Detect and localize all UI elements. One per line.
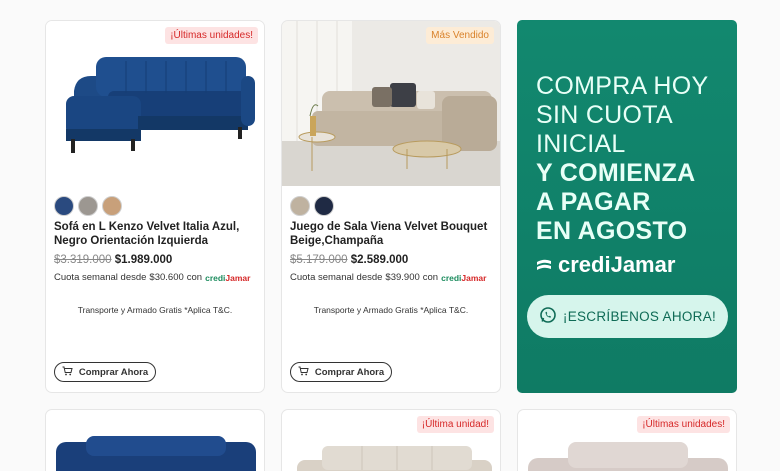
product-card[interactable]: ¡Últimas unidades! (517, 409, 737, 471)
new-price: $1.989.000 (114, 254, 173, 266)
promo-line-6: EN AGOSTO (536, 217, 688, 245)
product-grid: ¡Últimas unidades! Sofá en L Kenzo Velve… (0, 0, 780, 471)
promo-line-1: COMPRA HOY (536, 72, 709, 100)
product-title[interactable]: Sofá en L Kenzo Velvet Italia Azul, Negr… (54, 220, 256, 248)
cart-icon (298, 366, 309, 379)
buy-now-button[interactable]: Comprar Ahora (290, 362, 392, 382)
swatch-navy[interactable] (314, 196, 334, 216)
price-row: $3.319.000 $1.989.000 (54, 254, 172, 266)
product-card[interactable] (45, 409, 265, 471)
weekly-prefix: Cuota semanal desde (54, 272, 147, 283)
weekly-con: con (186, 272, 203, 283)
swatch-gray[interactable] (78, 196, 98, 216)
promo-line-3: INICIAL (536, 130, 626, 158)
color-swatches (290, 196, 334, 216)
promo-line-5: A PAGAR (536, 188, 651, 216)
weekly-installment: Cuota semanal desde $30.600 con crediJam… (54, 272, 250, 283)
new-price: $2.589.000 (350, 254, 409, 266)
promo-banner[interactable]: COMPRA HOY SIN CUOTA INICIAL Y COMIENZA … (517, 20, 737, 393)
product-card[interactable]: ¡Última unidad! (281, 409, 501, 471)
credijamar-mark-icon (537, 259, 551, 270)
promo-line-4: Y COMIENZA (536, 159, 696, 187)
badge-last-units: ¡Últimas unidades! (165, 27, 258, 44)
product-card[interactable]: Más Vendido Juego de Sala Viena Velvet B… (281, 20, 501, 393)
badge-best-seller: Más Vendido (426, 27, 494, 44)
product-image[interactable] (46, 21, 264, 186)
weekly-prefix: Cuota semanal desde (290, 272, 383, 283)
transport-note: Transporte y Armado Gratis *Aplica T&C. (313, 305, 469, 315)
badge-last-units: ¡Últimas unidades! (637, 416, 730, 433)
color-swatches (54, 196, 122, 216)
credijamar-logo: crediJamar (205, 272, 251, 283)
buy-now-label: Comprar Ahora (78, 366, 149, 378)
whatsapp-contact-button[interactable]: ¡ESCRÍBENOS AHORA! (527, 295, 728, 338)
buy-now-button[interactable]: Comprar Ahora (54, 362, 156, 382)
whatsapp-cta-label: ¡ESCRÍBENOS AHORA! (562, 309, 717, 324)
transport-note: Transporte y Armado Gratis *Aplica T&C. (77, 305, 233, 315)
old-price: $3.319.000 (54, 254, 112, 266)
price-row: $5.179.000 $2.589.000 (290, 254, 408, 266)
product-image[interactable] (46, 410, 264, 471)
swatch-blue[interactable] (54, 196, 74, 216)
product-card[interactable]: ¡Últimas unidades! (45, 20, 265, 393)
buy-now-label: Comprar Ahora (314, 366, 385, 378)
product-title[interactable]: Juego de Sala Viena Velvet Bouquet Beige… (290, 220, 492, 248)
credijamar-logo: crediJamar (536, 252, 675, 278)
swatch-tan[interactable] (102, 196, 122, 216)
promo-line-2: SIN CUOTA (536, 101, 673, 129)
swatch-beige[interactable] (290, 196, 310, 216)
weekly-installment: Cuota semanal desde $39.900 con crediJam… (290, 272, 486, 283)
weekly-amount: $30.600 (149, 272, 184, 283)
badge-last-unit: ¡Última unidad! (416, 416, 494, 433)
cart-icon (62, 366, 73, 379)
whatsapp-icon (539, 306, 557, 327)
old-price: $5.179.000 (290, 254, 348, 266)
product-image[interactable] (282, 21, 500, 186)
weekly-con: con (422, 272, 439, 283)
weekly-amount: $39.900 (385, 272, 420, 283)
credijamar-logo: crediJamar (441, 272, 487, 283)
